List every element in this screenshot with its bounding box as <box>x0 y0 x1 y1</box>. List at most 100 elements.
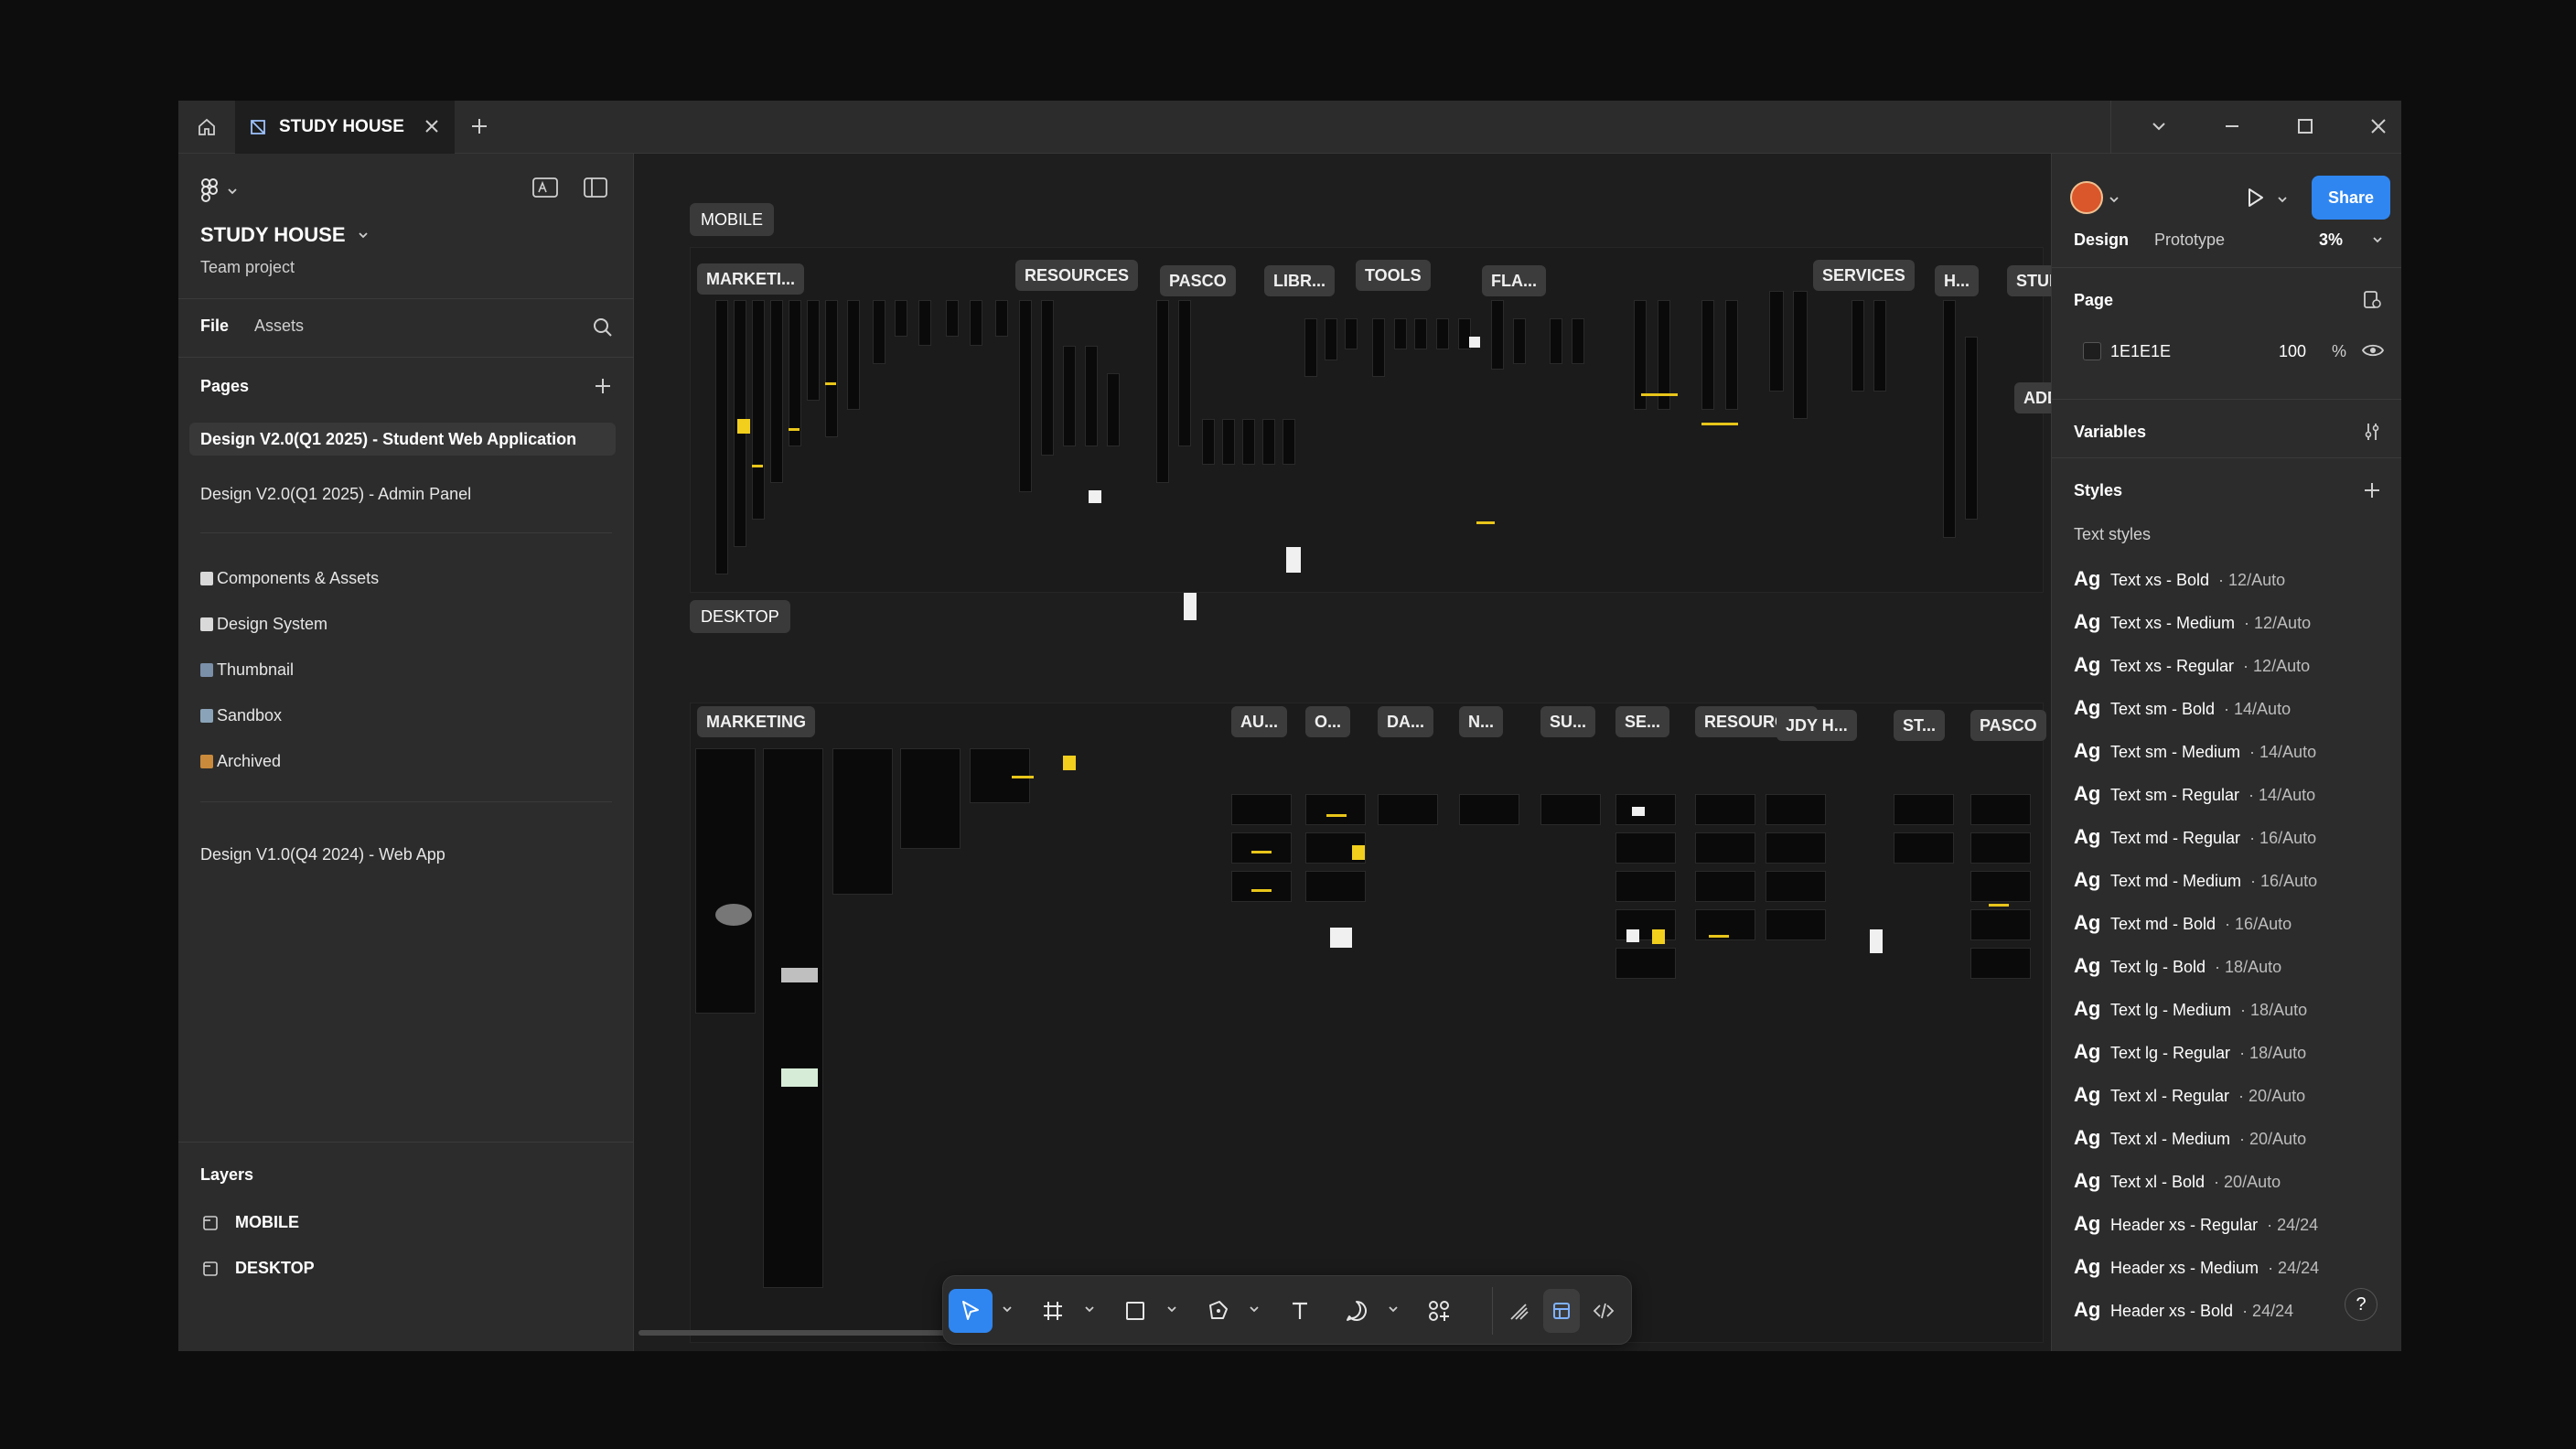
frame-thumbnail[interactable] <box>1550 318 1562 364</box>
share-button[interactable]: Share <box>2312 176 2390 220</box>
frame-label[interactable]: SERVICES <box>1813 260 1915 291</box>
frame-thumbnail[interactable] <box>1615 909 1676 940</box>
frame-thumbnail[interactable] <box>1970 794 2031 825</box>
frame-label[interactable]: MARKETING <box>697 706 815 737</box>
chevron-down-icon[interactable] <box>1249 1304 1260 1315</box>
zoom-level[interactable]: 3% <box>2319 231 2343 250</box>
frame-label[interactable]: PASCO <box>1970 710 2046 741</box>
frame-label[interactable]: TOOLS <box>1356 260 1431 291</box>
frame-thumbnail[interactable] <box>695 748 756 1014</box>
chevron-down-icon[interactable] <box>2372 234 2383 245</box>
frame-thumbnail[interactable] <box>1305 794 1366 825</box>
new-tab-button[interactable] <box>467 114 491 138</box>
frame-thumbnail[interactable] <box>1107 373 1120 446</box>
text-style-item[interactable]: Ag Text md - Bold · 16/Auto <box>2074 911 2292 935</box>
frame-thumbnail[interactable] <box>1894 832 1954 864</box>
frame-thumbnail[interactable] <box>1372 318 1385 377</box>
text-style-item[interactable]: Ag Text md - Regular · 16/Auto <box>2074 825 2316 849</box>
minimize-button[interactable] <box>2220 114 2244 138</box>
frame-thumbnail[interactable] <box>1345 318 1358 349</box>
frame-thumbnail[interactable] <box>825 300 838 437</box>
frame-thumbnail[interactable] <box>900 748 961 849</box>
frame-thumbnail[interactable] <box>1242 419 1255 465</box>
chevron-down-icon[interactable] <box>1002 1304 1013 1315</box>
frame-label[interactable]: ADD N... <box>2014 382 2051 413</box>
add-style-button[interactable] <box>2361 479 2383 501</box>
frame-tool[interactable] <box>1031 1289 1075 1333</box>
frame-thumbnail[interactable] <box>1695 794 1755 825</box>
frame-thumbnail[interactable] <box>1156 300 1169 483</box>
toggle-sidebar-button[interactable] <box>583 176 608 199</box>
frame-thumbnail[interactable] <box>752 300 765 520</box>
search-layers-button[interactable] <box>592 317 614 338</box>
section-label-desktop[interactable]: DESKTOP <box>690 600 790 633</box>
frame-thumbnail[interactable] <box>1615 871 1676 902</box>
frame-label[interactable]: SE... <box>1615 706 1670 737</box>
frame-thumbnail[interactable] <box>1305 871 1366 902</box>
visibility-toggle[interactable] <box>2361 340 2385 360</box>
frame-label[interactable]: DA... <box>1378 706 1434 737</box>
draw-mode[interactable] <box>1501 1289 1538 1333</box>
frame-thumbnail[interactable] <box>1231 794 1292 825</box>
frame-thumbnail[interactable] <box>770 300 783 483</box>
text-style-item[interactable]: Ag Header xs - Bold · 24/24 <box>2074 1298 2293 1322</box>
file-tab[interactable]: STUDY HOUSE <box>235 101 455 154</box>
page-item-components-assets[interactable]: Components & Assets <box>200 569 379 588</box>
text-style-item[interactable]: Ag Text xs - Medium · 12/Auto <box>2074 610 2311 634</box>
rectangle-tool[interactable] <box>1113 1289 1157 1333</box>
frame-thumbnail[interactable] <box>1970 948 2031 979</box>
page-color-hex[interactable]: 1E1E1E <box>2110 342 2171 361</box>
frame-label[interactable]: LIBR... <box>1264 265 1335 296</box>
frame-thumbnail[interactable] <box>1283 419 1295 465</box>
chevron-down-icon[interactable] <box>2109 194 2120 205</box>
frame-label[interactable]: H... <box>1935 265 1980 296</box>
present-button[interactable] <box>2242 185 2268 210</box>
page-item-sandbox[interactable]: Sandbox <box>200 706 282 725</box>
frame-label[interactable]: STUDE... <box>2007 265 2051 296</box>
page-opacity[interactable]: 100 <box>2279 342 2306 361</box>
chevron-down-icon[interactable] <box>1388 1304 1399 1315</box>
text-style-item[interactable]: Ag Text xl - Medium · 20/Auto <box>2074 1126 2306 1150</box>
tab-assets[interactable]: Assets <box>254 317 304 336</box>
text-style-item[interactable]: Ag Text sm - Medium · 14/Auto <box>2074 739 2316 763</box>
text-style-item[interactable]: Ag Text lg - Regular · 18/Auto <box>2074 1040 2306 1064</box>
frame-thumbnail[interactable] <box>1459 794 1519 825</box>
page-color-swatch[interactable] <box>2083 342 2101 360</box>
frame-thumbnail[interactable] <box>1325 318 1337 360</box>
frame-thumbnail[interactable] <box>1178 300 1191 446</box>
frame-thumbnail[interactable] <box>807 300 820 401</box>
page-item-v1-web-app[interactable]: Design V1.0(Q4 2024) - Web App <box>200 845 445 864</box>
frame-thumbnail[interactable] <box>1852 300 1864 392</box>
frame-label[interactable]: AU... <box>1231 706 1288 737</box>
frame-thumbnail[interactable] <box>1766 794 1826 825</box>
frame-thumbnail[interactable] <box>1231 832 1292 864</box>
chevron-down-icon[interactable] <box>2277 194 2288 205</box>
dev-mode[interactable] <box>1585 1289 1622 1333</box>
tab-prototype[interactable]: Prototype <box>2154 231 2225 250</box>
frame-thumbnail[interactable] <box>1231 871 1292 902</box>
frame-thumbnail[interactable] <box>847 300 860 410</box>
close-tab-button[interactable] <box>422 116 442 136</box>
layer-mobile[interactable]: MOBILE <box>202 1213 299 1232</box>
project-title[interactable]: STUDY HOUSE <box>200 223 370 247</box>
frame-thumbnail[interactable] <box>1436 318 1449 349</box>
help-button[interactable]: ? <box>2345 1288 2377 1321</box>
actions-tool[interactable] <box>1417 1289 1461 1333</box>
frame-thumbnail[interactable] <box>1970 909 2031 940</box>
frame-thumbnail[interactable] <box>1041 300 1054 456</box>
text-style-item[interactable]: Ag Text xl - Regular · 20/Auto <box>2074 1083 2305 1107</box>
page-color-row[interactable]: 1E1E1E 100 % <box>2074 333 2363 370</box>
layer-desktop[interactable]: DESKTOP <box>202 1259 315 1278</box>
frame-label[interactable]: RESOURCES <box>1015 260 1139 291</box>
frame-thumbnail[interactable] <box>1572 318 1584 364</box>
design-canvas[interactable]: MOBILE MARKETI... RESOURCES PASCO LIBR..… <box>635 154 2051 1351</box>
frame-thumbnail[interactable] <box>763 748 823 1288</box>
frame-thumbnail[interactable] <box>1695 871 1755 902</box>
frame-label[interactable]: PASCO <box>1160 265 1236 296</box>
frame-thumbnail[interactable] <box>1766 871 1826 902</box>
frame-thumbnail[interactable] <box>715 300 728 574</box>
frame-thumbnail[interactable] <box>1378 794 1438 825</box>
chevron-down-icon[interactable] <box>1084 1304 1095 1315</box>
home-button[interactable] <box>178 101 235 154</box>
comment-tool[interactable] <box>1335 1289 1379 1333</box>
